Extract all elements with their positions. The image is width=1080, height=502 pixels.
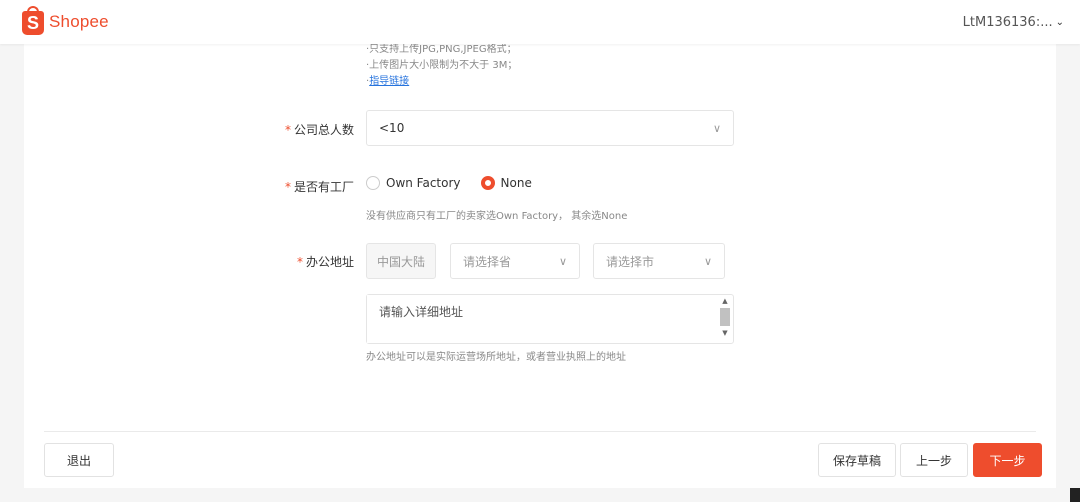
office-address-label: * 办公地址	[296, 255, 354, 269]
radio-unchecked-icon	[366, 176, 380, 190]
footer-divider	[44, 431, 1036, 432]
chevron-down-icon: ∨	[703, 254, 712, 268]
user-menu[interactable]: LtM136136:... ⌄	[963, 15, 1064, 30]
chevron-down-icon: ∨	[712, 121, 721, 135]
factory-radio-group: Own Factory None	[366, 176, 552, 190]
city-select[interactable]: 请选择市 ∨	[593, 243, 725, 279]
form-card: ·只支持上传JPG,PNG,JPEG格式； ·上传图片大小限制为不大于 3M； …	[24, 44, 1056, 488]
province-placeholder: 请选择省	[463, 254, 512, 269]
company-size-select[interactable]: <10 ∨	[366, 110, 734, 146]
company-size-label: * 公司总人数	[284, 123, 354, 137]
hint-size: ·上传图片大小限制为不大于 3M；	[366, 60, 518, 71]
factory-note: 没有供应商只有工厂的卖家选Own Factory， 其余选None	[366, 211, 628, 222]
exit-button[interactable]: 退出	[44, 443, 114, 477]
brand[interactable]: S Shopee	[22, 6, 109, 35]
top-header: S Shopee LtM136136:... ⌄	[0, 0, 1080, 44]
radio-own-factory[interactable]: Own Factory	[366, 176, 461, 190]
required-mark: *	[284, 180, 291, 194]
chevron-down-icon: ⌄	[1055, 16, 1064, 28]
country-select: 中国大陆	[366, 243, 436, 279]
guide-link[interactable]: 指导链接	[369, 76, 409, 87]
shopee-bag-icon: S	[22, 6, 44, 35]
upload-hints: ·只支持上传JPG,PNG,JPEG格式； ·上传图片大小限制为不大于 3M； …	[366, 42, 517, 90]
user-name: LtM136136:...	[962, 14, 1053, 30]
detail-address-input[interactable]	[367, 295, 717, 343]
city-placeholder: 请选择市	[606, 254, 655, 269]
textarea-scrollbar[interactable]: ▲ ▼	[718, 296, 732, 342]
scroll-thumb[interactable]	[720, 308, 730, 326]
address-note: 办公地址可以是实际运营场所地址，或者营业执照上的地址	[366, 352, 626, 363]
chevron-down-icon: ∨	[558, 254, 567, 268]
save-draft-button[interactable]: 保存草稿	[818, 443, 896, 477]
required-mark: *	[284, 123, 291, 137]
company-size-value: <10	[379, 121, 405, 135]
hint-guide: ·指导链接	[366, 76, 410, 87]
scroll-up-icon[interactable]: ▲	[718, 296, 732, 306]
hint-format: ·只支持上传JPG,PNG,JPEG格式；	[366, 44, 517, 55]
window-corner	[1070, 488, 1080, 502]
radio-label: Own Factory	[386, 176, 461, 190]
next-step-button[interactable]: 下一步	[973, 443, 1042, 477]
radio-label: None	[500, 176, 532, 190]
province-select[interactable]: 请选择省 ∨	[450, 243, 580, 279]
prev-step-button[interactable]: 上一步	[900, 443, 968, 477]
address-textarea-wrap: ▲ ▼	[366, 294, 734, 344]
radio-checked-icon	[480, 176, 495, 190]
scroll-down-icon[interactable]: ▼	[718, 328, 732, 338]
required-mark: *	[296, 255, 303, 269]
radio-none[interactable]: None	[480, 176, 532, 190]
country-value: 中国大陆	[376, 254, 425, 269]
factory-label: * 是否有工厂	[284, 180, 354, 194]
brand-name: Shopee	[49, 12, 109, 31]
